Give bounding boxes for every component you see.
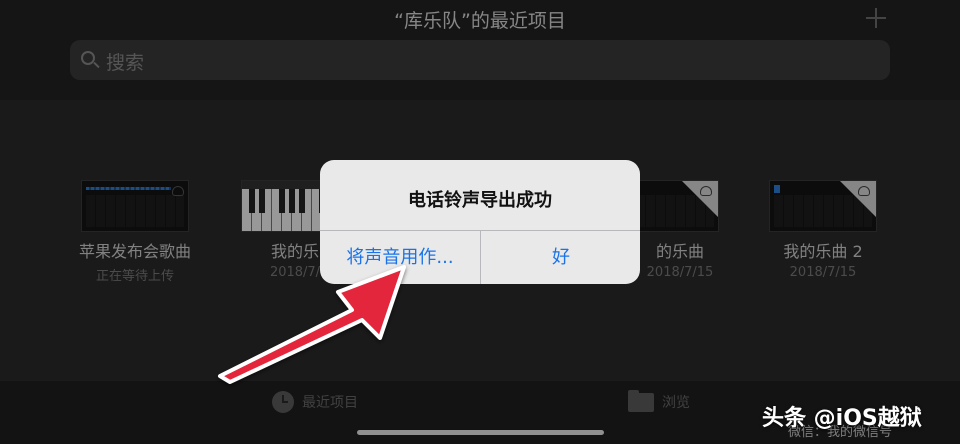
- garageband-screen: “库乐队”的最近项目 搜索 苹果发布会歌曲 正在等待上传 我的乐 2018/7/…: [0, 0, 960, 444]
- watermark: 头条 @iOS越狱: [762, 406, 922, 431]
- annotation-arrow-icon: [218, 265, 406, 384]
